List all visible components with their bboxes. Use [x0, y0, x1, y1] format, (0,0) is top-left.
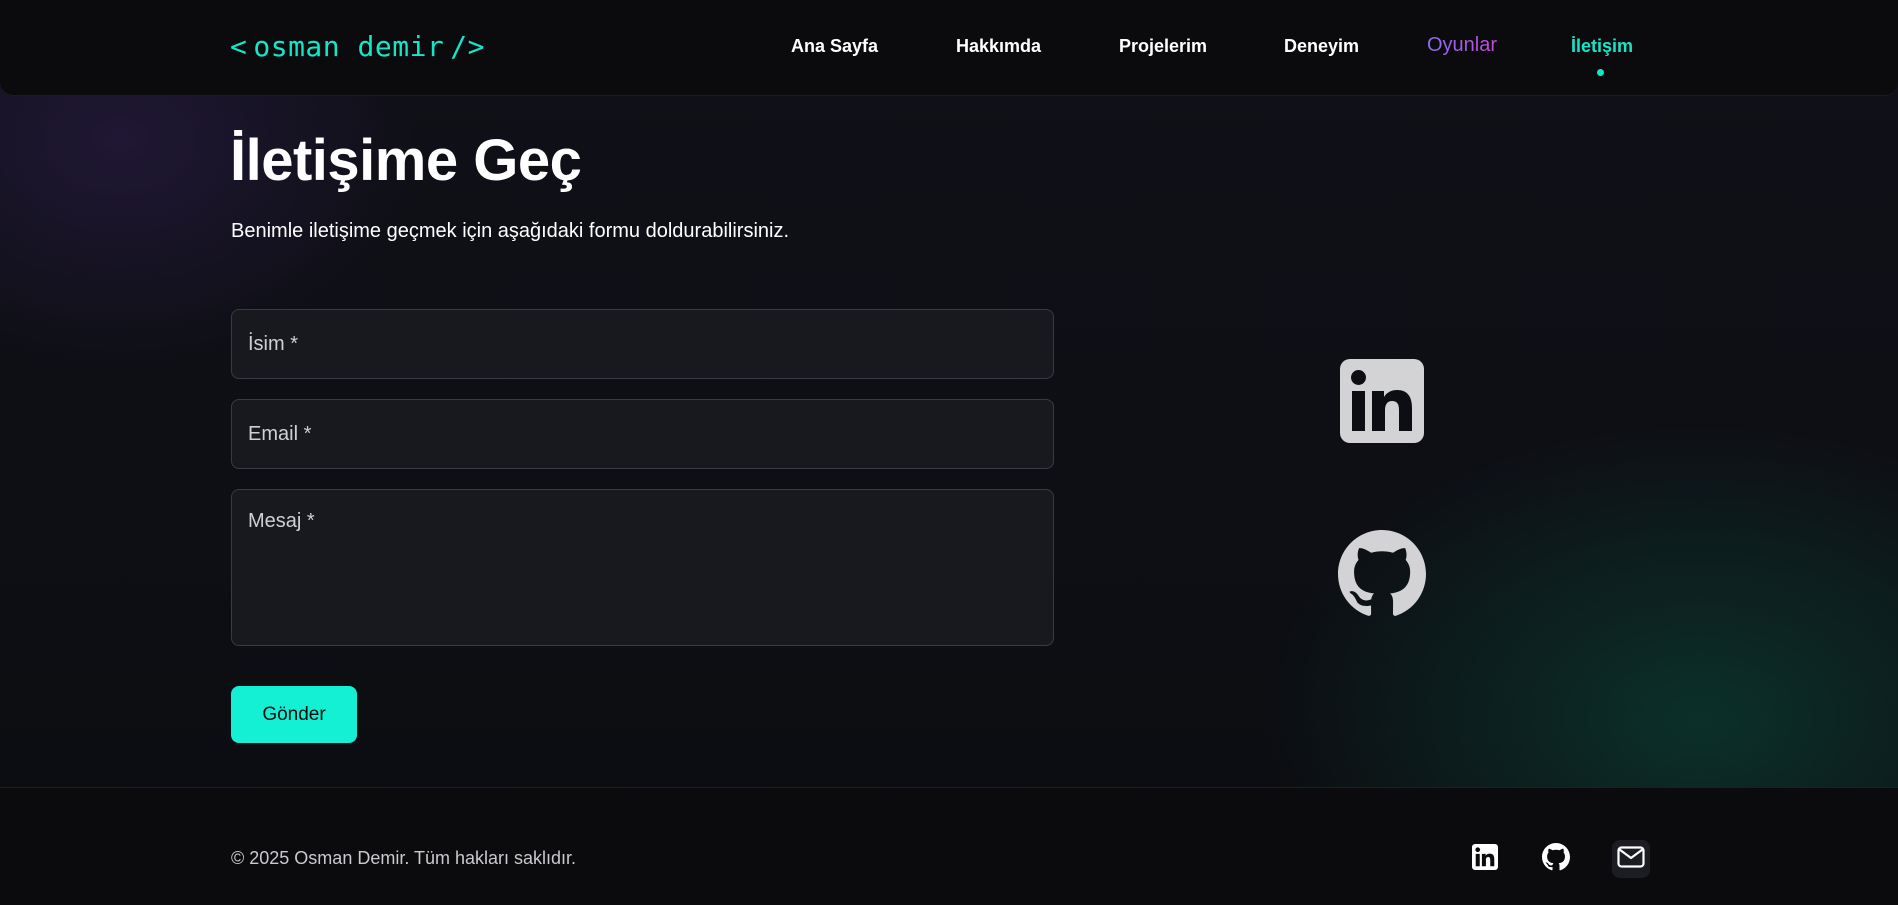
main-nav: Ana Sayfa Hakkımda Projelerim Deneyim Oy…	[0, 34, 1898, 66]
nav-item-deneyim[interactable]: Deneyim	[1284, 36, 1359, 57]
footer-linkedin-link[interactable]	[1466, 840, 1504, 878]
nav-item-ana-sayfa[interactable]: Ana Sayfa	[791, 36, 878, 57]
name-field[interactable]: İsim *	[231, 309, 1054, 379]
copyright-text: © 2025 Osman Demir. Tüm hakları saklıdır…	[231, 848, 577, 868]
footer-mail-link[interactable]	[1612, 840, 1650, 878]
page-subtitle: Benimle iletişime geçmek için aşağıdaki …	[231, 220, 790, 242]
linkedin-icon	[1340, 358, 1424, 448]
nav-item-iletisim[interactable]: İletişim	[1571, 36, 1633, 57]
message-placeholder: Mesaj *	[248, 510, 315, 532]
message-field[interactable]: Mesaj *	[231, 489, 1054, 646]
nav-item-projelerim[interactable]: Projelerim	[1119, 36, 1207, 57]
footer-github-link[interactable]	[1537, 840, 1575, 878]
mail-icon	[1617, 845, 1645, 873]
nav-item-hakkimda[interactable]: Hakkımda	[956, 36, 1041, 57]
site-header: < osman demir /> Ana Sayfa Hakkımda Proj…	[0, 0, 1898, 96]
linkedin-icon	[1472, 843, 1498, 875]
github-link[interactable]	[1338, 529, 1426, 623]
page-title: İletişime Geç	[230, 128, 582, 193]
email-field[interactable]: Email *	[231, 399, 1054, 469]
github-icon	[1542, 842, 1570, 876]
email-placeholder: Email *	[248, 423, 312, 445]
github-icon	[1338, 529, 1426, 623]
name-placeholder: İsim *	[248, 333, 298, 355]
submit-button[interactable]: Gönder	[231, 686, 357, 743]
page: < osman demir /> Ana Sayfa Hakkımda Proj…	[0, 0, 1898, 905]
site-footer: © 2025 Osman Demir. Tüm hakları saklıdır…	[0, 787, 1898, 905]
linkedin-link[interactable]	[1338, 358, 1426, 448]
nav-item-oyunlar[interactable]: Oyunlar	[1427, 34, 1497, 57]
active-nav-indicator	[1597, 69, 1604, 76]
